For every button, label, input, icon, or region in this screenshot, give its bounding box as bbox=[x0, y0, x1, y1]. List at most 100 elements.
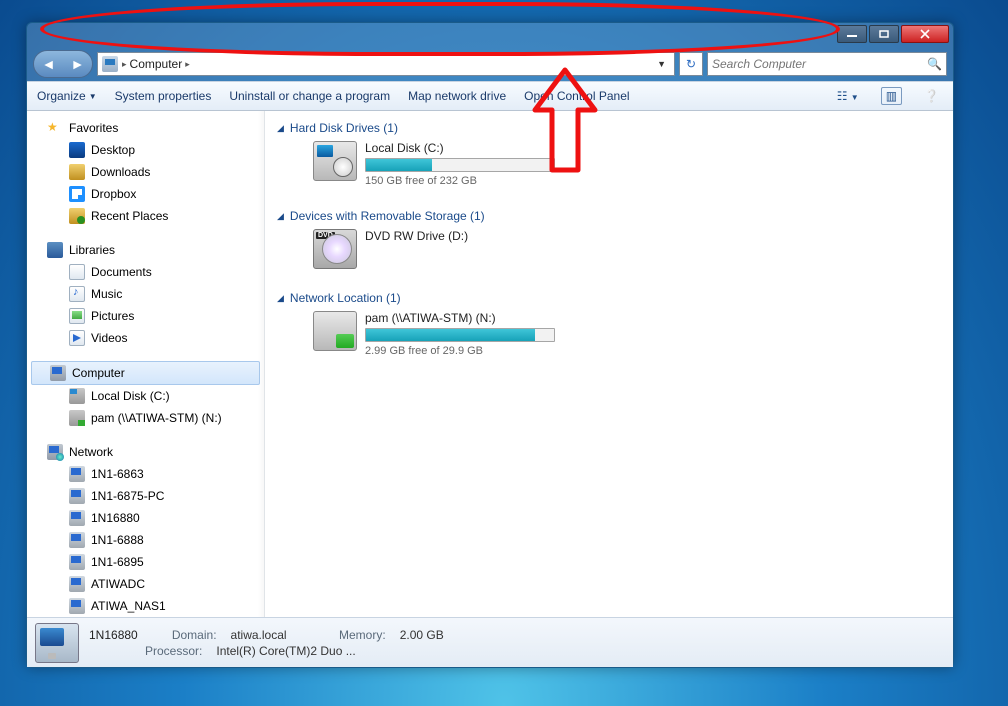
sidebar-libraries-header[interactable]: Libraries bbox=[27, 239, 264, 261]
star-icon: ★ bbox=[47, 120, 63, 136]
sidebar-favorite-item[interactable]: Desktop bbox=[27, 139, 264, 161]
drive-dvd[interactable]: DVD RW Drive (D:) bbox=[277, 225, 941, 273]
open-control-panel-button[interactable]: Open Control Panel bbox=[524, 89, 629, 103]
section-removable[interactable]: ◢Devices with Removable Storage (1) bbox=[277, 207, 941, 225]
computer-icon bbox=[50, 365, 66, 381]
si-hd-icon bbox=[69, 388, 85, 404]
main-pane: ◢Hard Disk Drives (1) Local Disk (C:) 15… bbox=[265, 111, 953, 617]
map-network-drive-button[interactable]: Map network drive bbox=[408, 89, 506, 103]
sidebar-network-item[interactable]: 1N1-6875-PC bbox=[27, 485, 264, 507]
refresh-icon: ↻ bbox=[686, 57, 696, 71]
si-dl-icon bbox=[69, 164, 85, 180]
drive-title: Local Disk (C:) bbox=[365, 141, 555, 155]
computer-icon bbox=[102, 56, 118, 72]
sidebar-library-item[interactable]: Pictures bbox=[27, 305, 264, 327]
sidebar-item-label: 1N1-6888 bbox=[91, 533, 144, 547]
si-pc-icon bbox=[69, 510, 85, 526]
sidebar-favorite-item[interactable]: Recent Places bbox=[27, 205, 264, 227]
sidebar-item-label: Videos bbox=[91, 331, 127, 345]
sidebar-item-label: Pictures bbox=[91, 309, 134, 323]
si-pc-icon bbox=[69, 554, 85, 570]
sidebar-item-label: 1N16880 bbox=[91, 511, 140, 525]
network-drive-icon bbox=[313, 311, 357, 351]
chevron-down-icon: ▼ bbox=[89, 92, 97, 101]
sidebar-library-item[interactable]: Documents bbox=[27, 261, 264, 283]
collapse-icon: ◢ bbox=[277, 293, 284, 304]
si-mus-icon bbox=[69, 286, 85, 302]
si-net-icon bbox=[69, 410, 85, 426]
breadcrumb-sep-icon: ▸ bbox=[122, 59, 127, 70]
breadcrumb-item[interactable]: Computer bbox=[130, 57, 183, 71]
sidebar-item-label: 1N1-6875-PC bbox=[91, 489, 164, 503]
sidebar-library-item[interactable]: Music bbox=[27, 283, 264, 305]
titlebar bbox=[27, 23, 953, 47]
si-rec-icon bbox=[69, 208, 85, 224]
sidebar-network-item[interactable]: 1N1-6895 bbox=[27, 551, 264, 573]
sidebar-computer-header[interactable]: Computer bbox=[31, 361, 260, 385]
refresh-button[interactable]: ↻ bbox=[679, 52, 703, 76]
si-pc-icon bbox=[69, 532, 85, 548]
sidebar-computer-item[interactable]: pam (\\ATIWA-STM) (N:) bbox=[27, 407, 264, 429]
collapse-icon: ◢ bbox=[277, 123, 284, 134]
drive-network-n[interactable]: pam (\\ATIWA-STM) (N:) 2.99 GB free of 2… bbox=[277, 307, 941, 361]
sidebar-network-item[interactable]: ATIWADC bbox=[27, 573, 264, 595]
sidebar-item-label: Downloads bbox=[91, 165, 150, 179]
sidebar-computer-item[interactable]: Local Disk (C:) bbox=[27, 385, 264, 407]
view-options-button[interactable]: ☷ ▼ bbox=[833, 89, 863, 103]
capacity-bar bbox=[365, 328, 555, 342]
sidebar-item-label: Desktop bbox=[91, 143, 135, 157]
drive-title: pam (\\ATIWA-STM) (N:) bbox=[365, 311, 555, 325]
si-doc-icon bbox=[69, 264, 85, 280]
forward-icon[interactable]: ► bbox=[71, 57, 85, 71]
sidebar-network-header[interactable]: Network bbox=[27, 441, 264, 463]
nav-back-forward[interactable]: ◄► bbox=[33, 50, 93, 78]
si-desk-icon bbox=[69, 142, 85, 158]
toolbar: Organize ▼ System properties Uninstall o… bbox=[27, 81, 953, 111]
sidebar-favorites-header[interactable]: ★Favorites bbox=[27, 117, 264, 139]
breadcrumb-sep-icon: ▸ bbox=[185, 59, 190, 70]
search-icon: 🔍 bbox=[927, 57, 942, 71]
drive-local-c[interactable]: Local Disk (C:) 150 GB free of 232 GB bbox=[277, 137, 941, 191]
sidebar-favorite-item[interactable]: Downloads bbox=[27, 161, 264, 183]
sidebar-favorite-item[interactable]: Dropbox bbox=[27, 183, 264, 205]
si-pic-icon bbox=[69, 308, 85, 324]
preview-pane-button[interactable]: ▥ bbox=[881, 87, 902, 105]
address-bar[interactable]: ▸Computer▸ ▼ bbox=[97, 52, 675, 76]
libraries-icon bbox=[47, 242, 63, 258]
help-button[interactable]: ❔ bbox=[920, 89, 943, 103]
sidebar-network-item[interactable]: 1N1-6888 bbox=[27, 529, 264, 551]
si-db-icon bbox=[69, 186, 85, 202]
si-vid-icon bbox=[69, 330, 85, 346]
section-hard-drives[interactable]: ◢Hard Disk Drives (1) bbox=[277, 119, 941, 137]
sidebar-network-item[interactable]: 1N16880 bbox=[27, 507, 264, 529]
capacity-bar bbox=[365, 158, 555, 172]
collapse-icon: ◢ bbox=[277, 211, 284, 222]
sidebar: ★Favorites Desktop Downloads Dropbox Recent… bbox=[27, 111, 265, 617]
sidebar-library-item[interactable]: Videos bbox=[27, 327, 264, 349]
sidebar-item-label: Music bbox=[91, 287, 122, 301]
nav-row: ◄► ▸Computer▸ ▼ ↻ 🔍 bbox=[27, 47, 953, 81]
drive-title: DVD RW Drive (D:) bbox=[365, 229, 468, 243]
sidebar-item-label: ATIWADC bbox=[91, 577, 145, 591]
section-network-loc[interactable]: ◢Network Location (1) bbox=[277, 289, 941, 307]
minimize-button[interactable] bbox=[837, 25, 867, 43]
hard-drive-icon bbox=[313, 141, 357, 181]
organize-button[interactable]: Organize ▼ bbox=[37, 89, 97, 103]
drive-free-text: 150 GB free of 232 GB bbox=[365, 175, 555, 187]
sidebar-item-label: Dropbox bbox=[91, 187, 136, 201]
search-box[interactable]: 🔍 bbox=[707, 52, 947, 76]
address-dropdown-icon[interactable]: ▼ bbox=[653, 59, 670, 69]
si-pc-icon bbox=[69, 598, 85, 614]
sidebar-network-item[interactable]: ATIWA_NAS1 bbox=[27, 595, 264, 617]
sidebar-item-label: Recent Places bbox=[91, 209, 168, 223]
details-computer-name: 1N16880 bbox=[89, 628, 138, 642]
system-properties-button[interactable]: System properties bbox=[115, 89, 212, 103]
sidebar-item-label: pam (\\ATIWA-STM) (N:) bbox=[91, 411, 222, 425]
close-button[interactable] bbox=[901, 25, 949, 43]
search-input[interactable] bbox=[712, 57, 927, 71]
maximize-button[interactable] bbox=[869, 25, 899, 43]
sidebar-item-label: 1N1-6895 bbox=[91, 555, 144, 569]
back-icon[interactable]: ◄ bbox=[42, 57, 56, 71]
uninstall-program-button[interactable]: Uninstall or change a program bbox=[229, 89, 390, 103]
sidebar-network-item[interactable]: 1N1-6863 bbox=[27, 463, 264, 485]
